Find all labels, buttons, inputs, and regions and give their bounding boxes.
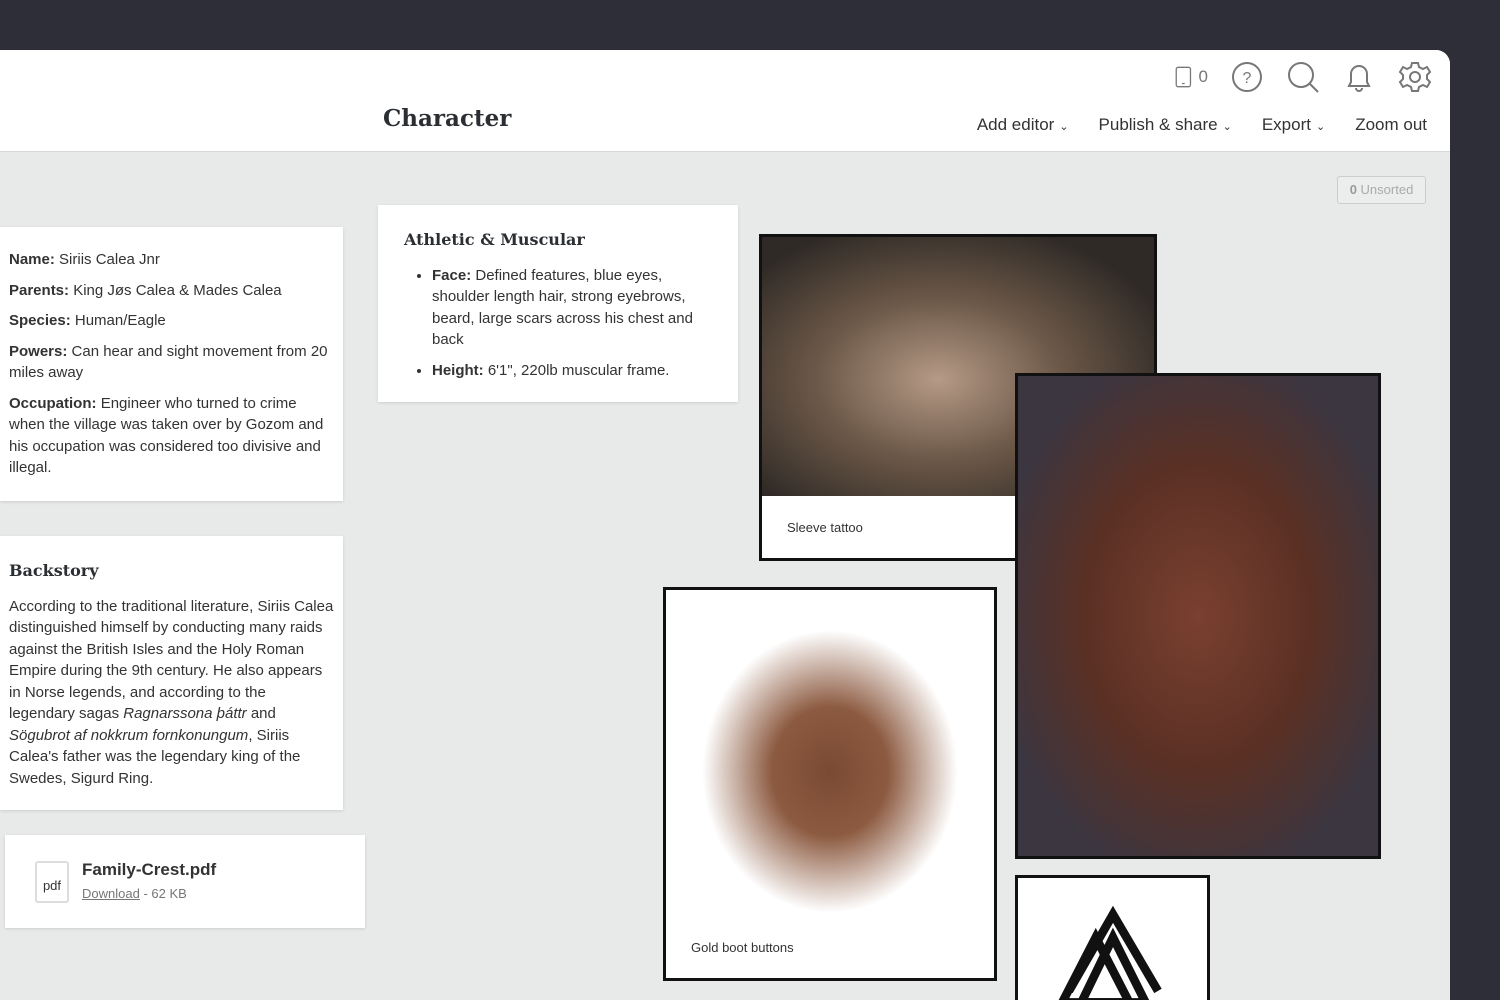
export-menu[interactable]: Export ⌄ <box>1262 115 1325 135</box>
file-card[interactable]: pdf Family-Crest.pdf Download - 62 KB <box>5 835 365 928</box>
file-size: - 62 KB <box>139 886 187 901</box>
valknut-icon <box>1058 905 1162 1000</box>
backstory-text: According to the traditional literature,… <box>9 597 334 787</box>
image-caption: Sleeve tattoo <box>787 520 863 535</box>
unsorted-button[interactable]: 0 Unsorted <box>1337 176 1426 204</box>
boots-photo <box>666 590 994 920</box>
info-powers: Powers: Can hear and sight movement from… <box>9 342 328 382</box>
info-name: Name: Siriis Calea Jnr <box>9 251 160 268</box>
backstory-card[interactable]: Backstory According to the traditional l… <box>0 536 343 810</box>
search-icon[interactable] <box>1286 60 1320 94</box>
phone-icon <box>1175 66 1191 88</box>
zoom-out-button[interactable]: Zoom out <box>1355 115 1427 135</box>
character-info-card[interactable]: Name: Siriis Calea Jnr Parents: King Jøs… <box>0 227 343 501</box>
list-item: Height: 6'1", 220lb muscular frame. <box>432 360 712 382</box>
info-parents: Parents: King Jøs Calea & Mades Calea <box>9 281 282 299</box>
symbol-image-card[interactable] <box>1015 875 1210 1000</box>
armor-image-card[interactable] <box>1015 373 1381 859</box>
gear-icon[interactable] <box>1398 60 1432 94</box>
help-icon[interactable]: ? <box>1230 60 1264 94</box>
info-occupation: Occupation: Engineer who turned to crime… <box>9 394 324 477</box>
bell-icon[interactable] <box>1342 60 1376 94</box>
image-caption: Gold boot buttons <box>691 940 794 955</box>
pdf-file-icon: pdf <box>35 861 69 903</box>
card-title: Backstory <box>9 561 99 580</box>
card-title: Athletic & Muscular <box>404 230 585 249</box>
athletic-card[interactable]: Athletic & Muscular Face: Defined featur… <box>378 205 738 402</box>
devices-button[interactable]: 0 <box>1173 60 1208 94</box>
boots-image-card[interactable]: Gold boot buttons <box>663 587 997 981</box>
list-item: Face: Defined features, blue eyes, shoul… <box>432 265 712 351</box>
header: Character 0 ? Add editor ⌄ Publish & shar… <box>0 50 1450 152</box>
file-name: Family-Crest.pdf <box>82 860 217 879</box>
device-count: 0 <box>1198 67 1208 86</box>
publish-share-menu[interactable]: Publish & share ⌄ <box>1099 115 1232 135</box>
board-window: Character 0 ? Add editor ⌄ Publish & shar… <box>0 50 1450 1000</box>
add-editor-menu[interactable]: Add editor ⌄ <box>977 115 1069 135</box>
svg-text:?: ? <box>1243 70 1252 87</box>
page-title: Character <box>383 105 512 132</box>
info-species: Species: Human/Eagle <box>9 312 166 329</box>
download-link[interactable]: Download <box>82 886 140 901</box>
